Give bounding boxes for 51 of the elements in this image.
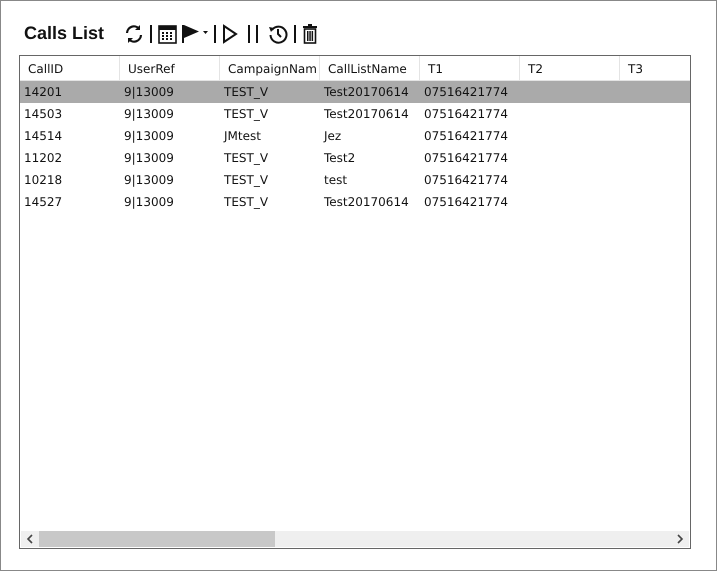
scroll-left-icon[interactable] bbox=[26, 534, 34, 544]
table-cell: TEST_V bbox=[224, 195, 268, 209]
column-header[interactable]: CampaignNam bbox=[220, 56, 320, 80]
table-cell: Test20170614 bbox=[324, 85, 409, 99]
table-cell: JMtest bbox=[224, 129, 261, 143]
page-title: Calls List bbox=[24, 22, 104, 44]
pause-icon[interactable] bbox=[246, 24, 260, 44]
column-header[interactable]: CallListName bbox=[320, 56, 420, 80]
table-cell: 07516421774 bbox=[424, 151, 508, 165]
column-header[interactable]: T2 bbox=[520, 56, 620, 80]
scroll-right-icon[interactable] bbox=[676, 534, 684, 544]
table-cell: 14503 bbox=[24, 107, 62, 121]
scroll-thumb[interactable] bbox=[39, 531, 275, 547]
calendar-icon[interactable] bbox=[158, 24, 178, 44]
table-cell: 07516421774 bbox=[424, 195, 508, 209]
flag-icon[interactable] bbox=[181, 24, 202, 44]
column-header[interactable]: T3 bbox=[620, 56, 690, 80]
table-cell: 9|13009 bbox=[124, 195, 174, 209]
table-cell: 10218 bbox=[24, 173, 62, 187]
table-cell: 07516421774 bbox=[424, 129, 508, 143]
table-cell: TEST_V bbox=[224, 151, 268, 165]
table-cell: test bbox=[324, 173, 348, 187]
table-cell: 07516421774 bbox=[424, 173, 508, 187]
table-cell: Jez bbox=[324, 129, 342, 143]
horizontal-scrollbar[interactable] bbox=[21, 531, 689, 547]
table-cell: 11202 bbox=[24, 151, 62, 165]
play-icon[interactable] bbox=[222, 24, 238, 44]
table-cell: 14201 bbox=[24, 85, 62, 99]
column-header[interactable]: UserRef bbox=[120, 56, 220, 80]
column-header[interactable]: CallID bbox=[20, 56, 120, 80]
history-icon[interactable] bbox=[268, 24, 288, 44]
table-cell: 9|13009 bbox=[124, 107, 174, 121]
table-cell: 07516421774 bbox=[424, 85, 508, 99]
table-cell: 14514 bbox=[24, 129, 62, 143]
refresh-icon[interactable] bbox=[124, 24, 144, 44]
table-cell: Test20170614 bbox=[324, 195, 409, 209]
table-cell: 14527 bbox=[24, 195, 62, 209]
table-cell: TEST_V bbox=[224, 107, 268, 121]
column-header[interactable]: T1 bbox=[420, 56, 520, 80]
trash-icon[interactable] bbox=[302, 24, 318, 44]
table-cell: 9|13009 bbox=[124, 129, 174, 143]
table-cell: Test20170614 bbox=[324, 107, 409, 121]
table-cell: TEST_V bbox=[224, 85, 268, 99]
caret-icon[interactable] bbox=[203, 30, 208, 34]
table-cell: 9|13009 bbox=[124, 85, 174, 99]
selected-row[interactable]: 14201 9|13009 TEST_V Test20170614 07516421774 bbox=[20, 81, 690, 103]
table-cell: 07516421774 bbox=[424, 107, 508, 121]
table-cell: 9|13009 bbox=[124, 173, 174, 187]
table-cell: TEST_V bbox=[224, 173, 268, 187]
table-cell: Test2 bbox=[324, 151, 356, 165]
table-cell: 9|13009 bbox=[124, 151, 174, 165]
